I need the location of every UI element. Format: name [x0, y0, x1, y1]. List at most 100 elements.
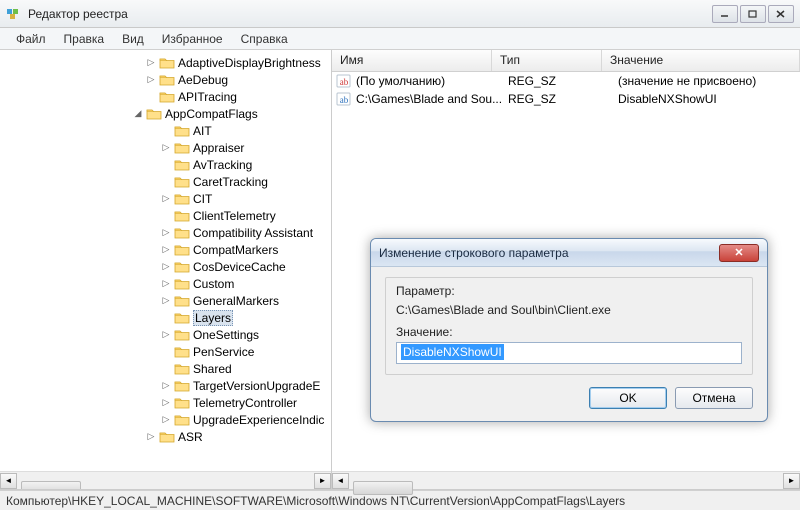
tree-label: Custom [193, 277, 234, 291]
tree-item[interactable]: ▷ ASR [0, 428, 331, 445]
menu-view[interactable]: Вид [114, 30, 152, 48]
minimize-button[interactable] [712, 5, 738, 23]
expander-icon[interactable]: ▷ [145, 431, 157, 443]
expander-icon[interactable]: ▷ [160, 414, 172, 426]
expander-icon[interactable]: ▷ [160, 142, 172, 154]
folder-icon [174, 328, 190, 342]
tree-label: OneSettings [193, 328, 259, 342]
cell-value: DisableNXShowUI [618, 92, 800, 106]
expander-icon[interactable]: ▷ [160, 244, 172, 256]
col-name[interactable]: Имя [332, 50, 492, 71]
close-button[interactable] [768, 5, 794, 23]
folder-icon [174, 209, 190, 223]
value-input-selection: DisableNXShowUI [401, 344, 504, 360]
list-header[interactable]: Имя Тип Значение [332, 50, 800, 72]
tree-label: ClientTelemetry [193, 209, 276, 223]
tree-label: AppCompatFlags [165, 107, 258, 121]
svg-text:ab: ab [340, 77, 349, 87]
col-value[interactable]: Значение [602, 50, 800, 71]
tree-label: CompatMarkers [193, 243, 278, 257]
tree-item[interactable]: AIT [0, 122, 331, 139]
expander-icon[interactable]: ▷ [160, 261, 172, 273]
expander-icon[interactable]: ▷ [160, 380, 172, 392]
tree-label: Compatibility Assistant [193, 226, 313, 240]
window-title: Редактор реестра [28, 7, 710, 21]
param-value: C:\Games\Blade and Soul\bin\Client.exe [396, 301, 742, 325]
menu-edit[interactable]: Правка [56, 30, 113, 48]
tree-item[interactable]: ▷UpgradeExperienceIndic [0, 411, 331, 428]
tree-item[interactable]: ▷TargetVersionUpgradeE [0, 377, 331, 394]
folder-icon [174, 413, 190, 427]
cell-type: REG_SZ [508, 92, 618, 106]
expander-icon [160, 312, 172, 324]
ok-button[interactable]: OK [589, 387, 667, 409]
folder-icon [174, 158, 190, 172]
dialog-titlebar[interactable]: Изменение строкового параметра ✕ [371, 239, 767, 267]
scroll-right-icon[interactable]: ► [783, 473, 800, 489]
tree-item[interactable]: Shared [0, 360, 331, 377]
cell-name: (По умолчанию) [356, 74, 508, 88]
tree-item[interactable]: ▷TelemetryController [0, 394, 331, 411]
cancel-button[interactable]: Отмена [675, 387, 753, 409]
tree-item[interactable]: ▷ CosDeviceCache [0, 258, 331, 275]
status-path: Компьютер\HKEY_LOCAL_MACHINE\SOFTWARE\Mi… [6, 494, 625, 508]
scroll-left-icon[interactable]: ◄ [332, 473, 349, 489]
menu-help[interactable]: Справка [233, 30, 296, 48]
tree-item[interactable]: ▷AeDebug [0, 71, 331, 88]
tree-item[interactable]: ▷ CompatMarkers [0, 241, 331, 258]
tree-item[interactable]: AvTracking [0, 156, 331, 173]
tree-item[interactable]: ClientTelemetry [0, 207, 331, 224]
folder-icon [174, 124, 190, 138]
tree-item[interactable]: ▷GeneralMarkers [0, 292, 331, 309]
folder-icon [174, 226, 190, 240]
tree-item[interactable]: ▷ OneSettings [0, 326, 331, 343]
expander-icon[interactable]: ▷ [160, 329, 172, 341]
tree-label: ASR [178, 430, 203, 444]
param-label: Параметр: [396, 284, 742, 298]
tree-hscroll[interactable]: ◄ ► [0, 471, 331, 489]
tree-item[interactable]: ▷ AdaptiveDisplayBrightness [0, 54, 331, 71]
tree-item[interactable]: APITracing [0, 88, 331, 105]
tree-label: Appraiser [193, 141, 244, 155]
tree-item[interactable]: ▷ Custom [0, 275, 331, 292]
tree-item[interactable]: ◢ AppCompatFlags [0, 105, 331, 122]
tree-item[interactable]: PenService [0, 343, 331, 360]
expander-icon[interactable]: ▷ [145, 57, 157, 69]
expander-icon [160, 159, 172, 171]
tree-item[interactable]: ▷CIT [0, 190, 331, 207]
tree-item[interactable]: ▷ Appraiser [0, 139, 331, 156]
menu-favorites[interactable]: Избранное [154, 30, 231, 48]
expander-icon[interactable]: ▷ [160, 397, 172, 409]
folder-icon [174, 294, 190, 308]
expander-icon[interactable]: ▷ [145, 74, 157, 86]
tree-label: AdaptiveDisplayBrightness [178, 56, 321, 70]
folder-icon [174, 243, 190, 257]
maximize-button[interactable] [740, 5, 766, 23]
value-label: Значение: [396, 325, 742, 339]
expander-icon[interactable]: ▷ [160, 295, 172, 307]
tree-item[interactable]: Layers [0, 309, 331, 326]
list-row[interactable]: ab(По умолчанию)REG_SZ(значение не присв… [332, 72, 800, 90]
menu-file[interactable]: Файл [8, 30, 54, 48]
value-input[interactable]: DisableNXShowUI [396, 342, 742, 364]
scroll-right-icon[interactable]: ► [314, 473, 331, 489]
tree-label: APITracing [178, 90, 237, 104]
tree-item[interactable]: ▷ Compatibility Assistant [0, 224, 331, 241]
registry-tree[interactable]: ▷ AdaptiveDisplayBrightness▷AeDebug APITra… [0, 50, 331, 468]
list-row[interactable]: abC:\Games\Blade and Sou...REG_SZDisable… [332, 90, 800, 108]
expander-icon[interactable]: ▷ [160, 227, 172, 239]
tree-item[interactable]: CaretTracking [0, 173, 331, 190]
col-type[interactable]: Тип [492, 50, 602, 71]
folder-icon [174, 311, 190, 325]
menubar: Файл Правка Вид Избранное Справка [0, 28, 800, 50]
cell-name: C:\Games\Blade and Sou... [356, 92, 508, 106]
expander-icon [160, 125, 172, 137]
expander-icon[interactable]: ▷ [160, 278, 172, 290]
scroll-left-icon[interactable]: ◄ [0, 473, 17, 489]
expander-icon[interactable]: ◢ [132, 108, 144, 120]
dialog-close-button[interactable]: ✕ [719, 244, 759, 262]
expander-icon[interactable]: ▷ [160, 193, 172, 205]
tree-label: CosDeviceCache [193, 260, 286, 274]
list-hscroll[interactable]: ◄ ► [332, 471, 800, 489]
tree-label: CaretTracking [193, 175, 268, 189]
